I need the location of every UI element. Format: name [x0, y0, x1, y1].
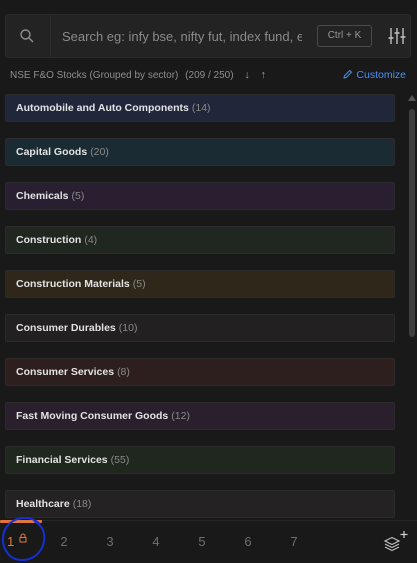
sector-row[interactable]: Consumer Durables (10)	[5, 314, 395, 342]
search-icon[interactable]	[19, 28, 35, 44]
sector-name: Consumer Durables	[16, 322, 116, 334]
search-input[interactable]	[62, 25, 302, 47]
sector-row[interactable]: Automobile and Auto Components (14)	[5, 94, 395, 122]
pencil-icon	[343, 69, 353, 79]
customize-label: Customize	[356, 69, 406, 81]
sector-count: (12)	[171, 410, 190, 422]
sector-name: Automobile and Auto Components	[16, 102, 189, 114]
scroll-up-arrow-icon[interactable]	[408, 95, 416, 101]
tab-label: 3	[106, 534, 114, 549]
sector-name: Financial Services	[16, 454, 108, 466]
sort-ascending-icon[interactable]: ↑	[261, 69, 267, 81]
watchlist-tab-3[interactable]: 3	[95, 521, 125, 563]
sector-row[interactable]: Chemicals (5)	[5, 182, 395, 210]
watchlist-tab-7[interactable]: 7	[279, 521, 309, 563]
tab-label: 1	[7, 534, 15, 549]
tab-label: 5	[198, 534, 206, 549]
keyboard-shortcut-badge: Ctrl + K	[317, 25, 372, 47]
sector-count: (20)	[90, 146, 109, 158]
sector-count: (18)	[72, 498, 92, 510]
list-title: NSE F&O Stocks (Grouped by sector)	[10, 70, 179, 81]
search-bar: Ctrl + K	[5, 14, 411, 58]
sector-row[interactable]: Healthcare (18)	[5, 490, 395, 518]
sector-count: (55)	[110, 454, 130, 466]
sector-name: Chemicals	[16, 190, 69, 202]
sort-descending-icon[interactable]: ↓	[244, 69, 250, 81]
sector-count: (14)	[191, 102, 211, 114]
filter-settings-icon[interactable]	[387, 26, 407, 46]
sector-count: (8)	[117, 366, 130, 378]
sector-name: Construction Materials	[16, 278, 130, 290]
list-count: (209 / 250)	[185, 70, 234, 81]
tab-label: 7	[290, 534, 298, 549]
sector-count: (5)	[71, 190, 85, 202]
sector-row[interactable]: Construction (4)	[5, 226, 395, 254]
sector-row[interactable]: Construction Materials (5)	[5, 270, 395, 298]
marketwatch-tabs-bar: 1 2 3 4 5 6 7	[0, 520, 417, 563]
search-divider	[50, 15, 51, 57]
lock-icon	[19, 533, 27, 543]
watchlist-tab-2[interactable]: 2	[49, 521, 79, 563]
customize-link[interactable]: Customize	[343, 69, 406, 81]
tab-label: 2	[60, 534, 68, 549]
sector-count: (5)	[132, 278, 146, 290]
scrollbar[interactable]	[408, 95, 416, 520]
sector-name: Construction	[16, 234, 82, 246]
watchlist-tab-6[interactable]: 6	[233, 521, 263, 563]
watchlist-tab-5[interactable]: 5	[187, 521, 217, 563]
watchlist-tab-1[interactable]: 1	[0, 520, 42, 563]
sector-name: Healthcare	[16, 498, 70, 510]
sector-row[interactable]: Financial Services (55)	[5, 446, 395, 474]
add-watchlist-layers-icon[interactable]	[382, 529, 412, 555]
tab-label: 6	[244, 534, 252, 549]
sector-name: Capital Goods	[16, 146, 88, 158]
sector-row[interactable]: Consumer Services (8)	[5, 358, 395, 386]
sector-name: Fast Moving Consumer Goods	[16, 410, 169, 422]
sector-count: (10)	[118, 322, 138, 334]
sector-list: Automobile and Auto Components (14) Capita…	[5, 94, 395, 518]
sector-row[interactable]: Fast Moving Consumer Goods (12)	[5, 402, 395, 430]
sector-row[interactable]: Capital Goods (20)	[5, 138, 395, 166]
tab-label: 4	[152, 534, 160, 549]
list-header: NSE F&O Stocks (Grouped by sector) (209 …	[10, 69, 410, 85]
sector-count: (4)	[84, 234, 98, 246]
sector-name: Consumer Services	[16, 366, 115, 378]
watchlist-tab-4[interactable]: 4	[141, 521, 171, 563]
scrollbar-thumb[interactable]	[409, 109, 415, 337]
